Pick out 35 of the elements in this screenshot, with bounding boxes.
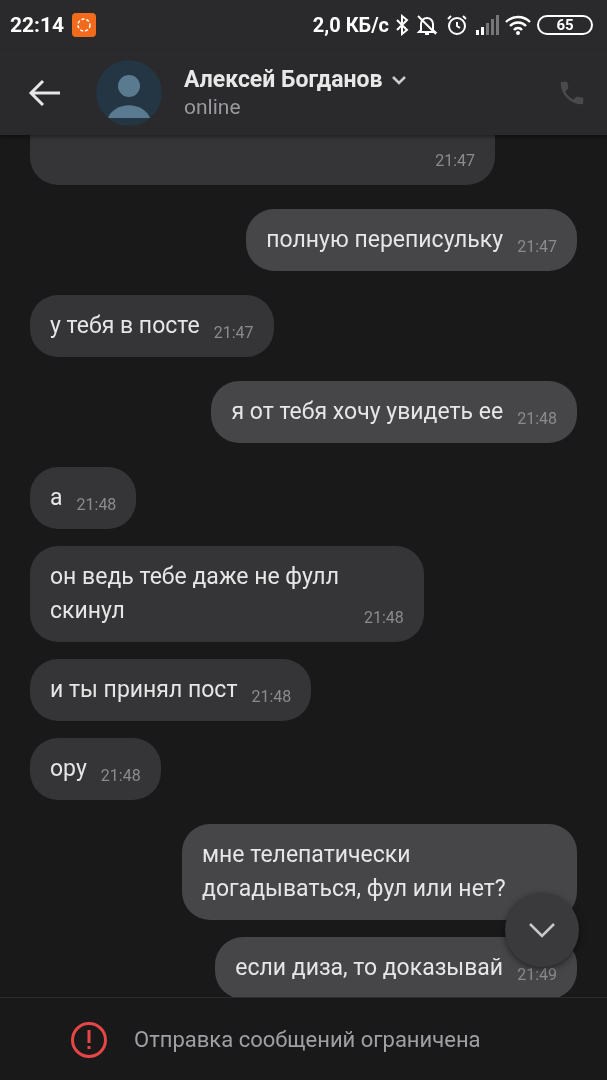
battery-indicator: 65 <box>537 15 593 35</box>
contact-name[interactable]: Алексей Богданов <box>184 66 383 93</box>
message-text: ору <box>50 754 87 784</box>
clock: 22:14 <box>10 13 65 37</box>
message-text: он ведь тебе даже не фулл скинул <box>50 562 340 626</box>
message-time: 21:48 <box>517 409 557 429</box>
chevron-down-icon[interactable] <box>390 74 407 85</box>
signal-icon <box>475 15 499 35</box>
message-time: 21:48 <box>251 687 292 707</box>
contact-status: online <box>184 95 242 119</box>
alarm-icon <box>445 13 469 37</box>
message-text: мне телепатически догадываться, фул или нет? <box>202 840 507 904</box>
wifi-icon <box>505 15 531 35</box>
message-time: 21:47 <box>517 237 557 257</box>
message-time: 21:48 <box>364 608 404 628</box>
message-time: 21:47 <box>213 323 254 343</box>
chevron-down-icon <box>528 922 556 938</box>
message-time: 21:49 <box>517 965 557 985</box>
message-time: 21:48 <box>100 766 141 786</box>
message-text: если диза, то доказывай <box>235 953 504 983</box>
message-text: и ты принял пост <box>50 675 238 705</box>
restriction-notice: Отправка сообщений ограничена <box>134 1027 481 1052</box>
network-speed: 2,0 КБ/с <box>312 13 389 37</box>
back-arrow-icon[interactable] <box>28 78 62 107</box>
warning-icon <box>70 1020 108 1059</box>
message-time: 21:47 <box>435 151 475 171</box>
message-text: а <box>50 483 63 513</box>
bluetooth-icon <box>395 14 409 36</box>
message-text: у тебя в посте <box>50 311 200 341</box>
message-time: 21:48 <box>76 495 117 515</box>
recorder-icon <box>72 13 97 37</box>
bell-off-icon <box>415 13 439 37</box>
message-text: полную переписульку <box>266 225 504 255</box>
message-text: я от тебя хочу увидеть ее <box>231 397 504 427</box>
avatar[interactable] <box>96 59 162 126</box>
